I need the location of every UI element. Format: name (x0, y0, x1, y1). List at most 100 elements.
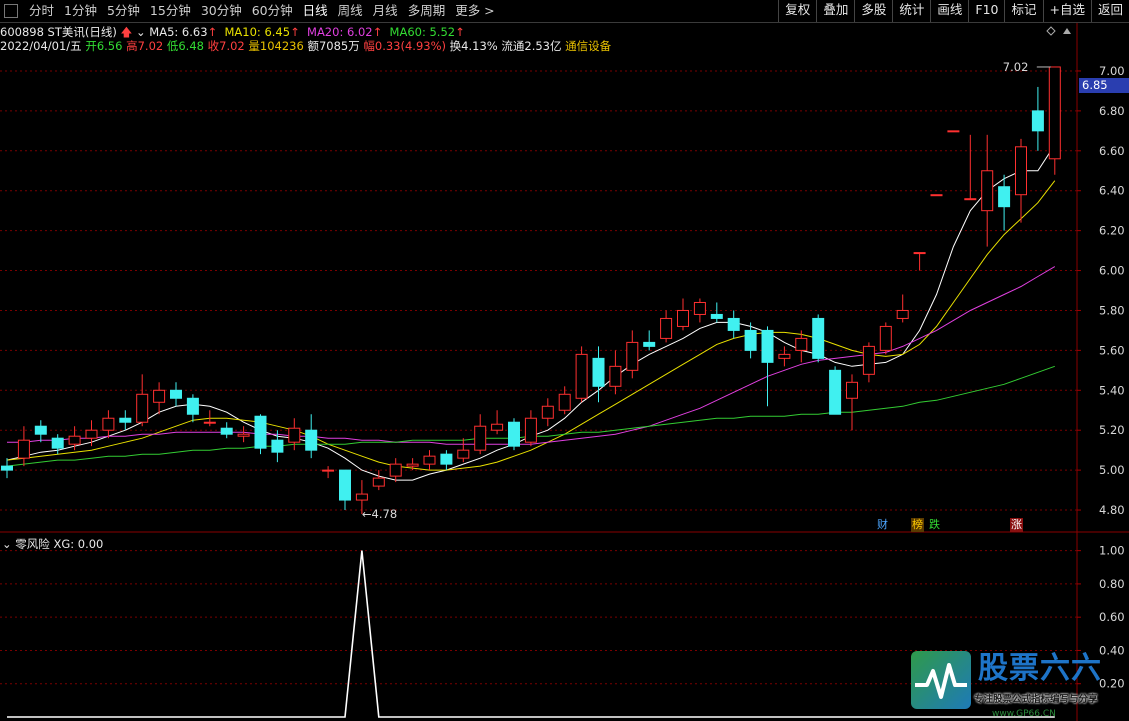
finance-badge[interactable]: 财 (876, 518, 889, 532)
candle-body (254, 415, 267, 449)
candle-body (930, 194, 943, 197)
ma5-arrow-icon: ↑ (207, 25, 218, 39)
candle-body (136, 393, 149, 423)
candle-body (947, 130, 960, 133)
y-tick-label: 6.60 (1099, 144, 1125, 158)
logo-subtitle: 专注股票公式指标编写与分享 (974, 694, 1098, 705)
candle-body (1048, 66, 1061, 160)
logo-title: 股票六六 (978, 651, 1102, 686)
amount-value: 额7085万 (307, 39, 360, 53)
pulse-icon (915, 663, 967, 699)
y-tick-label: 7.00 (1099, 64, 1125, 78)
ohlc-bar: 2022/04/01/五 开6.56 高7.02 低6.48 收7.02 量10… (0, 38, 611, 54)
industry-label[interactable]: 通信设备 (565, 39, 611, 53)
candle-body (34, 425, 47, 435)
watermark-logo: 股票六六 专注股票公式指标编写与分享 www.GP66.CN (910, 650, 1129, 721)
ma60-arrow-icon: ↑ (455, 25, 465, 39)
rise-badge[interactable]: 涨 (1010, 518, 1023, 532)
candle-body (389, 463, 402, 477)
candle-body (186, 397, 199, 415)
candle-body (710, 313, 723, 319)
candle-body (575, 353, 588, 399)
candle-body (119, 417, 132, 423)
candle-body (153, 389, 166, 403)
candle-body (879, 325, 892, 351)
candle-body (508, 421, 520, 447)
turnover-value: 换4.13% (449, 39, 498, 53)
candle-body (322, 469, 335, 472)
candle-body (981, 170, 994, 212)
candle-body (727, 317, 740, 331)
candle-body (1015, 146, 1027, 196)
xg-line (7, 550, 1055, 718)
candle-body (693, 301, 706, 315)
candle-body (102, 417, 115, 431)
ma5-value: MA5: 6.63 (149, 25, 208, 39)
open-value: 开6.56 (85, 39, 123, 53)
kline-chart[interactable]: 7.00 6.80 6.60 6.40 6.20 6.00 5.80 5.60 5.40 5.20… (0, 0, 1129, 721)
candle-body (1031, 110, 1044, 132)
candle-body (203, 421, 216, 424)
y-tick-label: 6.40 (1099, 184, 1125, 198)
ma10-value: MA10: 6.45 (224, 25, 291, 39)
fall-badge[interactable]: 跌 (928, 518, 941, 532)
candle-body (288, 427, 301, 443)
y-tick-label: 4.80 (1099, 503, 1125, 517)
candle-body (541, 405, 554, 419)
last-price-tag: 6.85 (1079, 78, 1129, 93)
candle-body (68, 435, 81, 445)
volume-value: 量104236 (248, 39, 304, 53)
candle-body (609, 365, 622, 387)
candle-body (744, 329, 757, 351)
candle-body (761, 329, 774, 363)
candle-body (660, 317, 673, 339)
date-label: 2022/04/01/五 (0, 39, 82, 53)
high-price-label: 7.02 (1003, 60, 1029, 74)
candle-body (795, 337, 808, 351)
indicator-menu-icon[interactable]: ⌄ (2, 537, 12, 551)
candle-body (339, 469, 351, 501)
y-tick-label: 5.20 (1099, 423, 1125, 437)
candle-body (457, 449, 470, 459)
indicator-tick-label: 0.80 (1099, 577, 1125, 591)
candle-body (85, 429, 98, 439)
candle-body (440, 453, 453, 465)
dropdown-icon[interactable]: ⌄ (136, 25, 146, 39)
candle-body (812, 317, 825, 359)
candle-body (896, 309, 909, 319)
candle-body (964, 198, 977, 201)
candle-body (406, 463, 419, 467)
candle-body (474, 425, 487, 451)
diamond-icon (1046, 26, 1056, 36)
candle-body (998, 186, 1011, 208)
candle-body (626, 341, 639, 371)
candle-body (51, 437, 64, 449)
ma20-value: MA20: 6.02 (307, 25, 373, 39)
candle-body (778, 353, 791, 359)
indicator-tick-label: 1.00 (1099, 544, 1125, 558)
candle-body (846, 381, 858, 399)
logo-icon (911, 651, 971, 709)
y-tick-label: 6.00 (1099, 264, 1125, 278)
y-tick-label: 5.40 (1099, 383, 1125, 397)
ma10-arrow-icon: ↑ (290, 25, 300, 39)
candle-body (677, 309, 689, 327)
candle-body (913, 252, 926, 255)
y-tick-label: 5.60 (1099, 343, 1125, 357)
candle-body (423, 455, 436, 465)
high-value: 高7.02 (126, 39, 164, 53)
scroll-up-icon (1063, 28, 1071, 34)
change-value: 幅0.33(4.93%) (363, 39, 447, 53)
candle-body (355, 493, 368, 501)
candle-body (592, 357, 605, 387)
y-tick-label: 5.00 (1099, 463, 1125, 477)
candle-body (829, 369, 842, 415)
candle-body (305, 429, 318, 451)
candle-body (1, 465, 13, 471)
rank-badge[interactable]: 榜 (911, 518, 924, 532)
candle-body (862, 345, 875, 375)
y-tick-label: 6.20 (1099, 224, 1125, 238)
candle-body (558, 393, 571, 411)
candle-body (524, 417, 537, 443)
candle-body (271, 439, 284, 453)
